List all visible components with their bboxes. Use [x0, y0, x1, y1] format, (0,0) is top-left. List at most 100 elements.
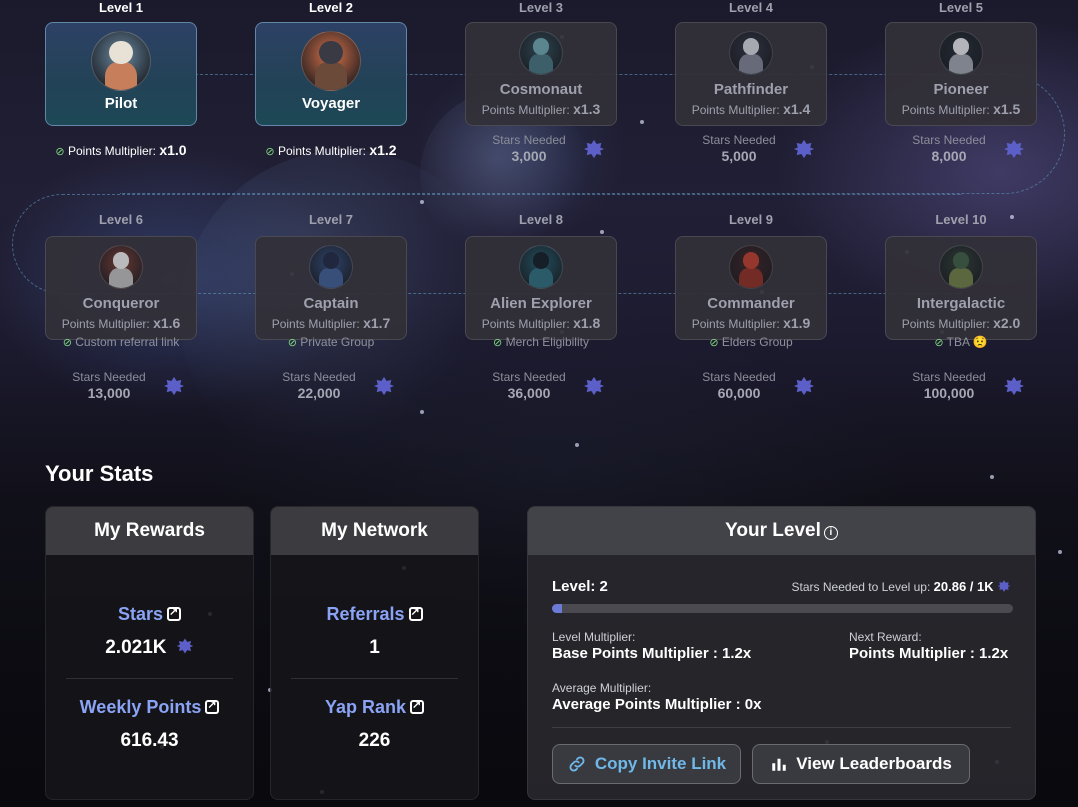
level-multiplier: Points Multiplier: x1.6	[61, 315, 181, 331]
check-icon: ⊘	[55, 146, 65, 158]
star-badge-icon	[583, 138, 605, 160]
star-badge-icon	[1003, 375, 1025, 397]
stars-value: 2.021K	[46, 637, 253, 659]
level-avatar	[519, 245, 563, 289]
level-multiplier: ⊘ Points Multiplier: x1.2	[265, 142, 397, 158]
current-level: Level: 2	[552, 578, 608, 595]
check-icon: ⊘	[493, 337, 503, 349]
level-card-cosmonaut: Cosmonaut Points Multiplier: x1.3	[465, 22, 617, 126]
level-title: Pathfinder	[713, 81, 789, 98]
level-card-voyager: Voyager	[255, 22, 407, 126]
level-label: Level 4	[728, 0, 774, 15]
level-title: Pioneer	[933, 81, 989, 98]
stars-needed: Stars Needed 60,000	[675, 370, 827, 404]
check-icon: ⊘	[934, 337, 944, 349]
level-avatar	[939, 31, 983, 75]
level-title: Voyager	[301, 95, 361, 112]
your-level-panel: Your Level i Level: 2 Stars Needed to Lev…	[527, 506, 1036, 800]
level-title: Cosmonaut	[499, 81, 583, 98]
my-network-panel: My Network Referrals 1 Yap Rank 226	[270, 506, 479, 800]
level-multiplier: Points Multiplier: x1.3	[481, 101, 601, 117]
stars-needed: Stars Needed 36,000	[465, 370, 617, 404]
external-link-icon	[410, 698, 425, 714]
level-title: Alien Explorer	[490, 295, 592, 312]
copy-invite-link-button[interactable]: Copy Invite Link	[552, 744, 741, 784]
level-title: Intergalactic	[916, 295, 1006, 312]
stars-needed: Stars Needed 8,000	[885, 133, 1037, 167]
level-avatar	[301, 31, 361, 91]
bar-chart-icon	[772, 758, 786, 771]
yap-rank-value: 226	[358, 730, 391, 751]
star-badge-icon	[997, 580, 1011, 592]
level-card-conqueror: Conqueror Points Multiplier: x1.6 ⊘ Custom…	[45, 236, 197, 349]
star-badge-icon	[176, 638, 194, 654]
view-leaderboards-button[interactable]: View Leaderboards	[752, 744, 970, 784]
level-card-alien-explorer: Alien Explorer Points Multiplier: x1.8 ⊘ M…	[465, 236, 617, 349]
level-perk: ⊘ Merch Eligibility	[493, 335, 589, 349]
level-card-pioneer: Pioneer Points Multiplier: x1.5	[885, 22, 1037, 126]
level-title: Pilot	[104, 95, 138, 112]
level-label: Level 8	[518, 212, 564, 227]
check-icon: ⊘	[287, 337, 297, 349]
level-label: Level 10	[935, 212, 987, 227]
stars-needed: Stars Needed 13,000	[45, 370, 197, 404]
level-multiplier: Points Multiplier: x1.5	[901, 101, 1021, 117]
level-multiplier: Points Multiplier: x1.4	[691, 101, 811, 117]
level-multiplier: Points Multiplier: x1.9	[691, 315, 811, 331]
level-perk: ⊘ Private Group	[287, 335, 375, 349]
level-perk: ⊘ Custom referral link	[62, 335, 180, 349]
stars-link[interactable]: Stars	[46, 604, 253, 625]
star-badge-icon	[1003, 138, 1025, 160]
level-multiplier-value: Base Points Multiplier : 1.2x	[552, 645, 752, 662]
level-multiplier: ⊘ Points Multiplier: x1.0	[55, 142, 187, 158]
background-star	[575, 443, 579, 447]
level-card-commander: Commander Points Multiplier: x1.9 ⊘ Elders…	[675, 236, 827, 349]
level-title: Commander	[707, 295, 795, 312]
level-label: Level 7	[308, 212, 354, 227]
level-avatar	[91, 31, 151, 91]
average-multiplier-value: Average Points Multiplier : 0x	[552, 696, 762, 713]
level-title: Captain	[303, 295, 359, 312]
level-multiplier-label: Level Multiplier:	[552, 630, 636, 644]
level-label: Level 6	[98, 212, 144, 227]
level-label: Level 1	[98, 0, 144, 15]
yap-rank-link[interactable]: Yap Rank	[271, 697, 478, 718]
level-avatar	[519, 31, 563, 75]
star-badge-icon	[373, 375, 395, 397]
background-star	[990, 475, 994, 479]
referrals-link[interactable]: Referrals	[271, 604, 478, 625]
level-multiplier: Points Multiplier: x2.0	[901, 315, 1021, 331]
level-avatar	[729, 31, 773, 75]
level-multiplier: Points Multiplier: x1.7	[271, 315, 391, 331]
star-badge-icon	[583, 375, 605, 397]
external-link-icon	[408, 605, 423, 621]
level-card-pathfinder: Pathfinder Points Multiplier: x1.4	[675, 22, 827, 126]
next-reward-value: Points Multiplier : 1.2x	[849, 645, 1009, 662]
background-star	[1058, 550, 1062, 554]
level-progress-bar	[552, 604, 1013, 613]
level-card-pilot: Pilot	[45, 22, 197, 126]
level-perk: ⊘ Elders Group	[709, 335, 793, 349]
referrals-value: 1	[369, 637, 380, 658]
star-badge-icon	[793, 375, 815, 397]
next-reward-label: Next Reward:	[849, 630, 922, 644]
stats-section-title: Your Stats	[45, 461, 154, 486]
weekly-points-link[interactable]: Weekly Points	[46, 697, 253, 718]
stars-needed: Stars Needed 100,000	[885, 370, 1037, 404]
level-title: Conqueror	[82, 295, 160, 312]
star-badge-icon	[163, 375, 185, 397]
stars-needed: Stars Needed 5,000	[675, 133, 827, 167]
stars-needed: Stars Needed 22,000	[255, 370, 407, 404]
level-card-intergalactic: Intergalactic Points Multiplier: x2.0 ⊘ TB…	[885, 236, 1037, 349]
link-icon	[569, 756, 585, 772]
background-star	[420, 410, 424, 414]
stars-needed: Stars Needed 3,000	[465, 133, 617, 167]
my-network-title: My Network	[271, 507, 478, 555]
info-icon[interactable]: i	[823, 526, 838, 540]
level-avatar	[99, 245, 143, 289]
level-label: Level 3	[518, 0, 564, 15]
my-rewards-panel: My Rewards Stars 2.021K Weekly Points 61…	[45, 506, 254, 800]
level-card-captain: Captain Points Multiplier: x1.7 ⊘ Private …	[255, 236, 407, 349]
level-avatar	[729, 245, 773, 289]
level-avatar	[939, 245, 983, 289]
